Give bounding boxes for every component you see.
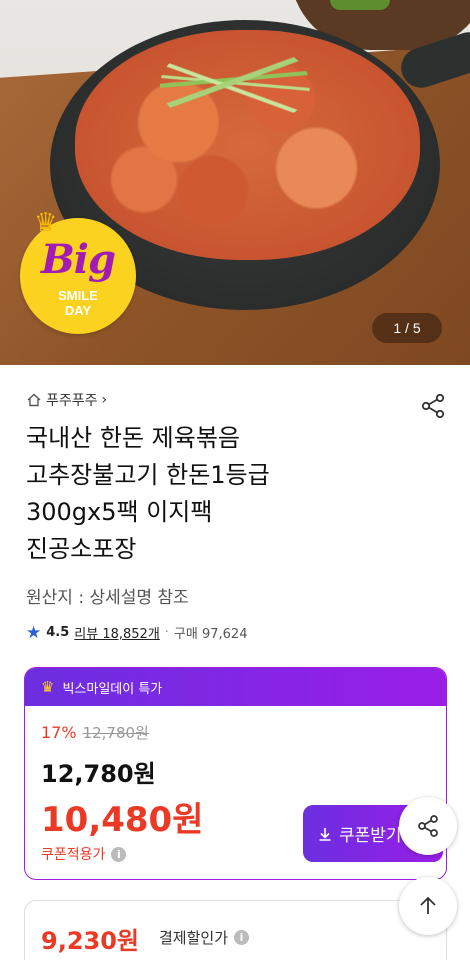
rating-score: 4.5	[46, 625, 70, 640]
badge-day: DAY	[64, 303, 92, 318]
image-pager: 1 / 5	[372, 313, 442, 343]
arrow-up-icon	[420, 896, 436, 914]
star-icon: ★	[26, 622, 42, 643]
title-line: 300gx5팩 이지팩	[26, 498, 213, 526]
original-price: 12,780원	[82, 724, 149, 742]
deal-header: ♛ 빅스마일데이 특가	[25, 668, 446, 706]
title-line: 국내산 한돈 제육볶음	[26, 424, 240, 452]
discount-percent: 17%	[41, 723, 77, 742]
download-icon	[319, 827, 331, 841]
origin-info: 원산지 : 상세설명 참조	[26, 588, 189, 608]
special-deal-box: ♛ 빅스마일데이 특가 17% 12,780원 12,780원 10,480원 …	[24, 667, 447, 880]
coupon-price-label: 쿠폰적용가 i	[41, 844, 127, 864]
payment-discount-price: 9,230원	[41, 927, 139, 955]
product-page: ♛ Big SMILE DAY 1 / 5 푸주푸주 › 국내산 한돈 제육볶음…	[0, 0, 470, 960]
scallion-garnish	[160, 40, 310, 130]
rating-row: ★ 4.5 리뷰 18,852개 · 구매 97,624	[26, 623, 247, 642]
purchase-count: 구매 97,624	[173, 627, 248, 642]
deal-header-label: 빅스마일데이 특가	[62, 681, 163, 697]
title-line: 고추장불고기 한돈1등급	[26, 461, 270, 489]
payment-discount-label: 결제할인가 i	[159, 927, 250, 948]
payment-discount-box: 9,230원 결제할인가 i	[24, 900, 447, 960]
pager-total: 5	[412, 320, 421, 336]
sale-price: 12,780원	[41, 760, 156, 788]
product-image-carousel[interactable]: ♛ Big SMILE DAY 1 / 5	[0, 0, 470, 365]
chevron-right-icon: ›	[101, 392, 108, 408]
home-icon	[27, 393, 41, 407]
store-name: 푸주푸주	[46, 393, 98, 409]
pager-separator: /	[405, 320, 409, 336]
badge-big-text: Big	[41, 236, 116, 283]
review-count-link[interactable]: 리뷰 18,852개	[74, 623, 160, 642]
payment-discount-text: 결제할인가	[159, 929, 229, 947]
crown-icon: ♛	[34, 208, 58, 238]
share-icon[interactable]	[420, 393, 446, 419]
info-icon[interactable]: i	[111, 846, 127, 862]
crown-icon: ♛	[41, 678, 55, 696]
store-link[interactable]: 푸주푸주 ›	[26, 390, 107, 410]
floating-share-button[interactable]	[399, 797, 457, 855]
big-smile-day-badge: ♛ Big SMILE DAY	[20, 208, 136, 334]
get-coupon-label: 쿠폰받기	[339, 826, 402, 846]
side-bowl-vegetable	[330, 0, 390, 10]
info-icon[interactable]: i	[234, 930, 250, 945]
separator-dot: ·	[164, 625, 169, 640]
coupon-price-text: 쿠폰적용가	[41, 847, 106, 863]
product-title: 국내산 한돈 제육볶음 고추장불고기 한돈1등급 300gx5팩 이지팩 진공소…	[26, 420, 406, 568]
badge-smile: SMILE	[58, 288, 98, 303]
share-icon	[418, 815, 438, 837]
coupon-price: 10,480원	[41, 800, 204, 840]
badge-smile-day-text: SMILE DAY	[20, 288, 136, 318]
title-line: 진공소포장	[26, 535, 137, 563]
scroll-to-top-button[interactable]	[399, 877, 457, 935]
pager-current: 1	[393, 320, 402, 336]
discount-row: 17% 12,780원	[41, 722, 149, 743]
